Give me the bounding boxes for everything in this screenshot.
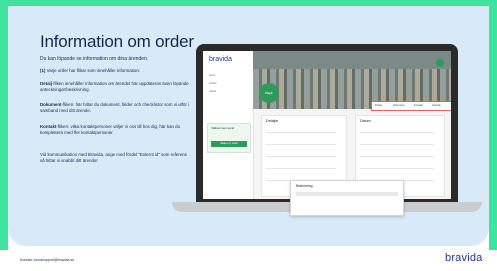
paragraph-3-bold: Dokument xyxy=(40,102,62,107)
paragraph-1: (1) Varje order har flikar som innehålle… xyxy=(40,68,190,74)
popup-header-bar xyxy=(296,192,398,196)
slide-subtitle: Du kan löpande se information om dina är… xyxy=(40,56,149,62)
app-logo: bravida xyxy=(209,56,232,63)
details-card-title: Detaljer xyxy=(266,119,279,123)
paragraph-3-text: -fliken: här hittar du dokument, bilder … xyxy=(40,102,190,113)
paragraph-4: Kontakt-fliken: vilka kontaktpersoner vä… xyxy=(40,124,190,136)
tab-kontakt[interactable]: Kontakt xyxy=(414,104,423,107)
divider xyxy=(360,144,434,145)
dates-card-title: Datum xyxy=(360,119,371,123)
sidebar-item-order[interactable]: Order xyxy=(209,81,247,86)
order-tabs: Detalj Dokument Kontakt Historik xyxy=(371,101,451,111)
app-sidebar: bravida Hem Order Avtal Välkommen kund S… xyxy=(203,51,254,199)
laptop-screen: bravida Hem Order Avtal Välkommen kund S… xyxy=(196,44,458,202)
accent-bar-left xyxy=(0,0,8,250)
popup-title: Beskrivning xyxy=(296,184,313,188)
paragraph-5-text: Vid kommunikation med Bravida, ange med … xyxy=(40,152,187,163)
tab-dokument[interactable]: Dokument xyxy=(393,104,405,107)
slide-title: Information om order xyxy=(40,32,194,51)
paragraph-2: Detalj-fliken innehåller information om … xyxy=(40,81,190,93)
divider xyxy=(360,156,434,157)
avatar[interactable] xyxy=(436,59,444,67)
divider xyxy=(266,168,336,169)
sidebar-item-home[interactable]: Hem xyxy=(209,73,247,78)
paragraph-1-text: Varje order har flikar som innehåller in… xyxy=(45,68,140,73)
divider xyxy=(266,132,336,133)
paragraph-2-text: -fliken innehåller information om ärende… xyxy=(40,81,189,92)
tab-detalj[interactable]: Detalj xyxy=(375,104,382,107)
app-screenshot: bravida Hem Order Avtal Välkommen kund S… xyxy=(203,51,451,199)
status-badge: Pågår xyxy=(259,83,279,103)
hero-image: Pågår Detalj Dokument Kontakt Historik xyxy=(253,51,451,111)
paragraph-2-bold: Detalj xyxy=(40,81,52,86)
tab-historik[interactable]: Historik xyxy=(432,104,441,107)
description-popup: Beskrivning xyxy=(290,180,404,216)
sidebar-item-avtal[interactable]: Avtal xyxy=(209,89,247,94)
footer-contact: Kontakt: kundsupport@bravida.se xyxy=(20,258,75,262)
paragraph-5: Vid kommunikation med Bravida, ange med … xyxy=(40,152,190,164)
divider xyxy=(266,156,336,157)
paragraph-3: Dokument-fliken: här hittar du dokument,… xyxy=(40,102,190,114)
divider xyxy=(360,132,434,133)
divider xyxy=(266,144,336,145)
bravida-logo: bravida xyxy=(445,252,483,264)
sidebar-card: Välkommen kund Skapa ny order xyxy=(207,123,251,153)
accent-bar-right xyxy=(489,0,497,250)
create-order-button[interactable]: Skapa ny order xyxy=(211,141,247,147)
divider xyxy=(360,168,434,169)
paragraph-4-bold: Kontakt xyxy=(40,124,57,129)
paragraph-4-text: -fliken: vilka kontaktpersoner väljer vi… xyxy=(40,124,181,135)
sidebar-card-title: Välkommen kund xyxy=(211,126,235,130)
